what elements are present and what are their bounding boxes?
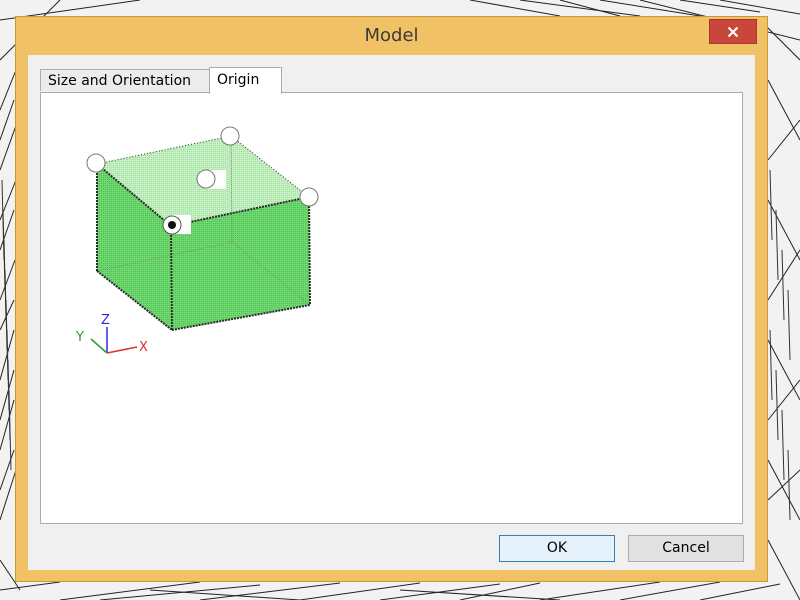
origin-cube-diagram: Z Y X xyxy=(75,126,319,355)
close-button[interactable] xyxy=(709,19,757,44)
tab-size-and-orientation[interactable]: Size and Orientation xyxy=(40,69,210,91)
x-axis-label: X xyxy=(139,340,148,355)
x-axis-line xyxy=(106,346,138,354)
close-icon xyxy=(727,26,739,38)
dialog-client-area: Size and Orientation Origin Z Y X OK Can… xyxy=(28,55,755,570)
origin-point-top-front-right[interactable] xyxy=(299,187,319,207)
cancel-button[interactable]: Cancel xyxy=(628,535,744,562)
window-title: Model xyxy=(364,25,419,46)
model-dialog: Model Size and Orientation Origin Z Y X … xyxy=(15,16,768,582)
z-axis-label: Z xyxy=(101,313,110,328)
axis-triad: Z Y X xyxy=(75,313,148,355)
title-bar[interactable]: Model xyxy=(16,17,767,53)
y-axis-line xyxy=(90,338,108,354)
ok-button[interactable]: OK xyxy=(499,535,615,562)
origin-point-selected[interactable] xyxy=(162,215,191,235)
tab-origin[interactable]: Origin xyxy=(209,67,282,94)
y-axis-label: Y xyxy=(75,330,84,345)
origin-point-top-back-right[interactable] xyxy=(220,126,240,146)
origin-point-top-back-left[interactable] xyxy=(86,153,106,173)
origin-tab-panel: Z Y X xyxy=(40,92,743,524)
origin-point-top-center[interactable] xyxy=(196,169,226,189)
